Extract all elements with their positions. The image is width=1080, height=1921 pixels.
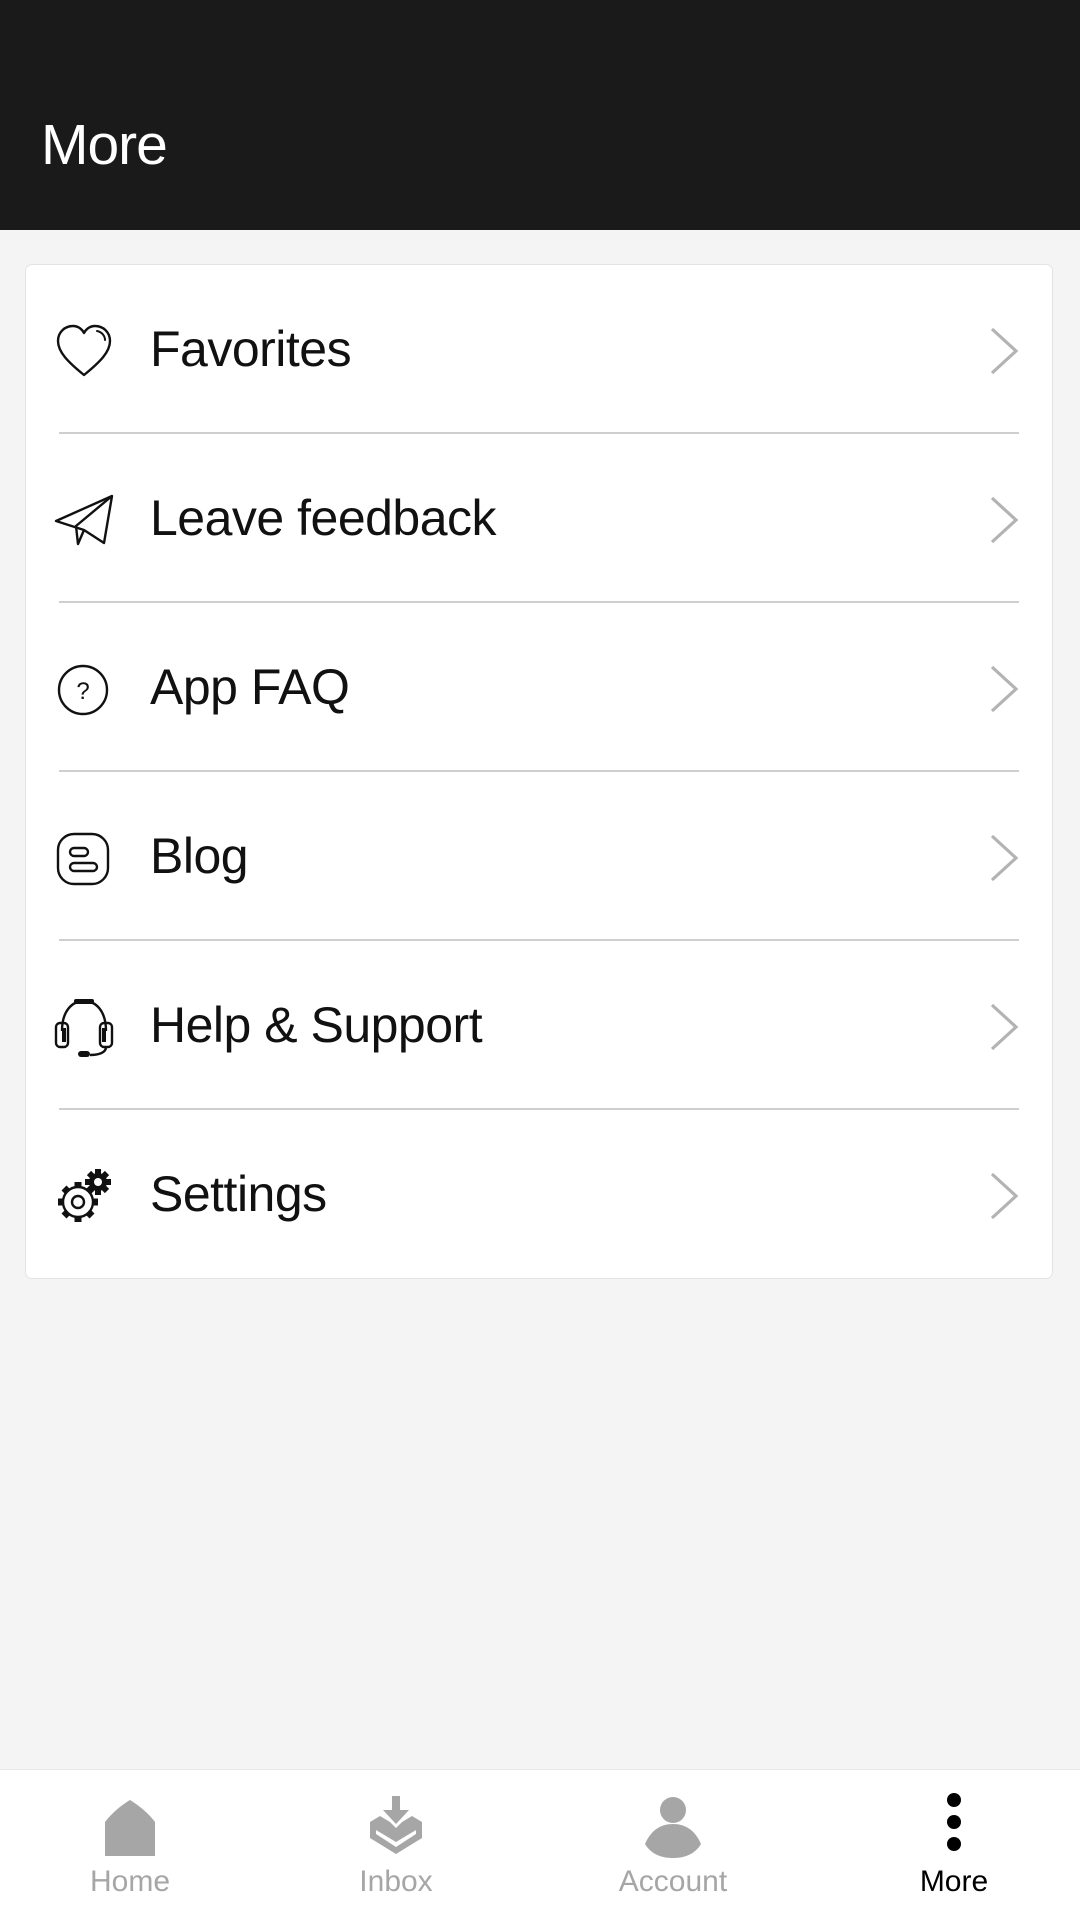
- heart-icon: [54, 321, 114, 381]
- blogger-icon: [54, 828, 114, 888]
- menu-item-favorites[interactable]: Favorites: [26, 265, 1052, 434]
- inbox-download-icon: [366, 1792, 426, 1858]
- chevron-right-icon: [988, 1170, 1020, 1222]
- menu-item-label: Favorites: [150, 321, 352, 377]
- menu-item-help-support[interactable]: Help & Support: [26, 941, 1052, 1110]
- menu-item-label: Leave feedback: [150, 490, 497, 546]
- nav-label: Home: [89, 1865, 171, 1898]
- person-icon: [643, 1792, 703, 1858]
- menu-item-label: Settings: [150, 1166, 327, 1222]
- chevron-right-icon: [988, 663, 1020, 715]
- nav-label: Inbox: [359, 1865, 433, 1898]
- nav-tab-inbox[interactable]: Inbox: [296, 1770, 496, 1920]
- svg-text:?: ?: [76, 678, 89, 705]
- nav-label: Account: [618, 1865, 728, 1898]
- chevron-right-icon: [988, 1001, 1020, 1053]
- menu-item-leave-feedback[interactable]: Leave feedback: [26, 434, 1052, 603]
- nav-tab-account[interactable]: Account: [573, 1770, 773, 1920]
- menu-item-settings[interactable]: Settings: [26, 1110, 1052, 1279]
- menu-item-blog[interactable]: Blog: [26, 772, 1052, 941]
- headset-icon: [54, 997, 114, 1057]
- chevron-right-icon: [988, 494, 1020, 546]
- question-circle-icon: ?: [54, 659, 114, 719]
- chevron-right-icon: [988, 832, 1020, 884]
- menu-item-label: Blog: [150, 828, 249, 884]
- menu-item-label: App FAQ: [150, 659, 350, 715]
- paper-plane-icon: [54, 490, 114, 550]
- vertical-dots-icon: [924, 1792, 984, 1858]
- bottom-navigation: Home Inbox Account More: [0, 1769, 1080, 1921]
- menu-card: Favorites Leave feedback ? App FAQ Blog …: [25, 264, 1053, 1279]
- menu-item-app-faq[interactable]: ? App FAQ: [26, 603, 1052, 772]
- chevron-right-icon: [988, 325, 1020, 377]
- page-title: More: [41, 113, 168, 177]
- menu-item-label: Help & Support: [150, 997, 483, 1053]
- nav-tab-home[interactable]: Home: [30, 1770, 230, 1920]
- nav-label: More: [919, 1865, 989, 1898]
- app-header: More: [0, 0, 1080, 230]
- gears-icon: [54, 1166, 114, 1226]
- home-icon: [100, 1792, 160, 1858]
- nav-tab-more[interactable]: More: [854, 1770, 1054, 1920]
